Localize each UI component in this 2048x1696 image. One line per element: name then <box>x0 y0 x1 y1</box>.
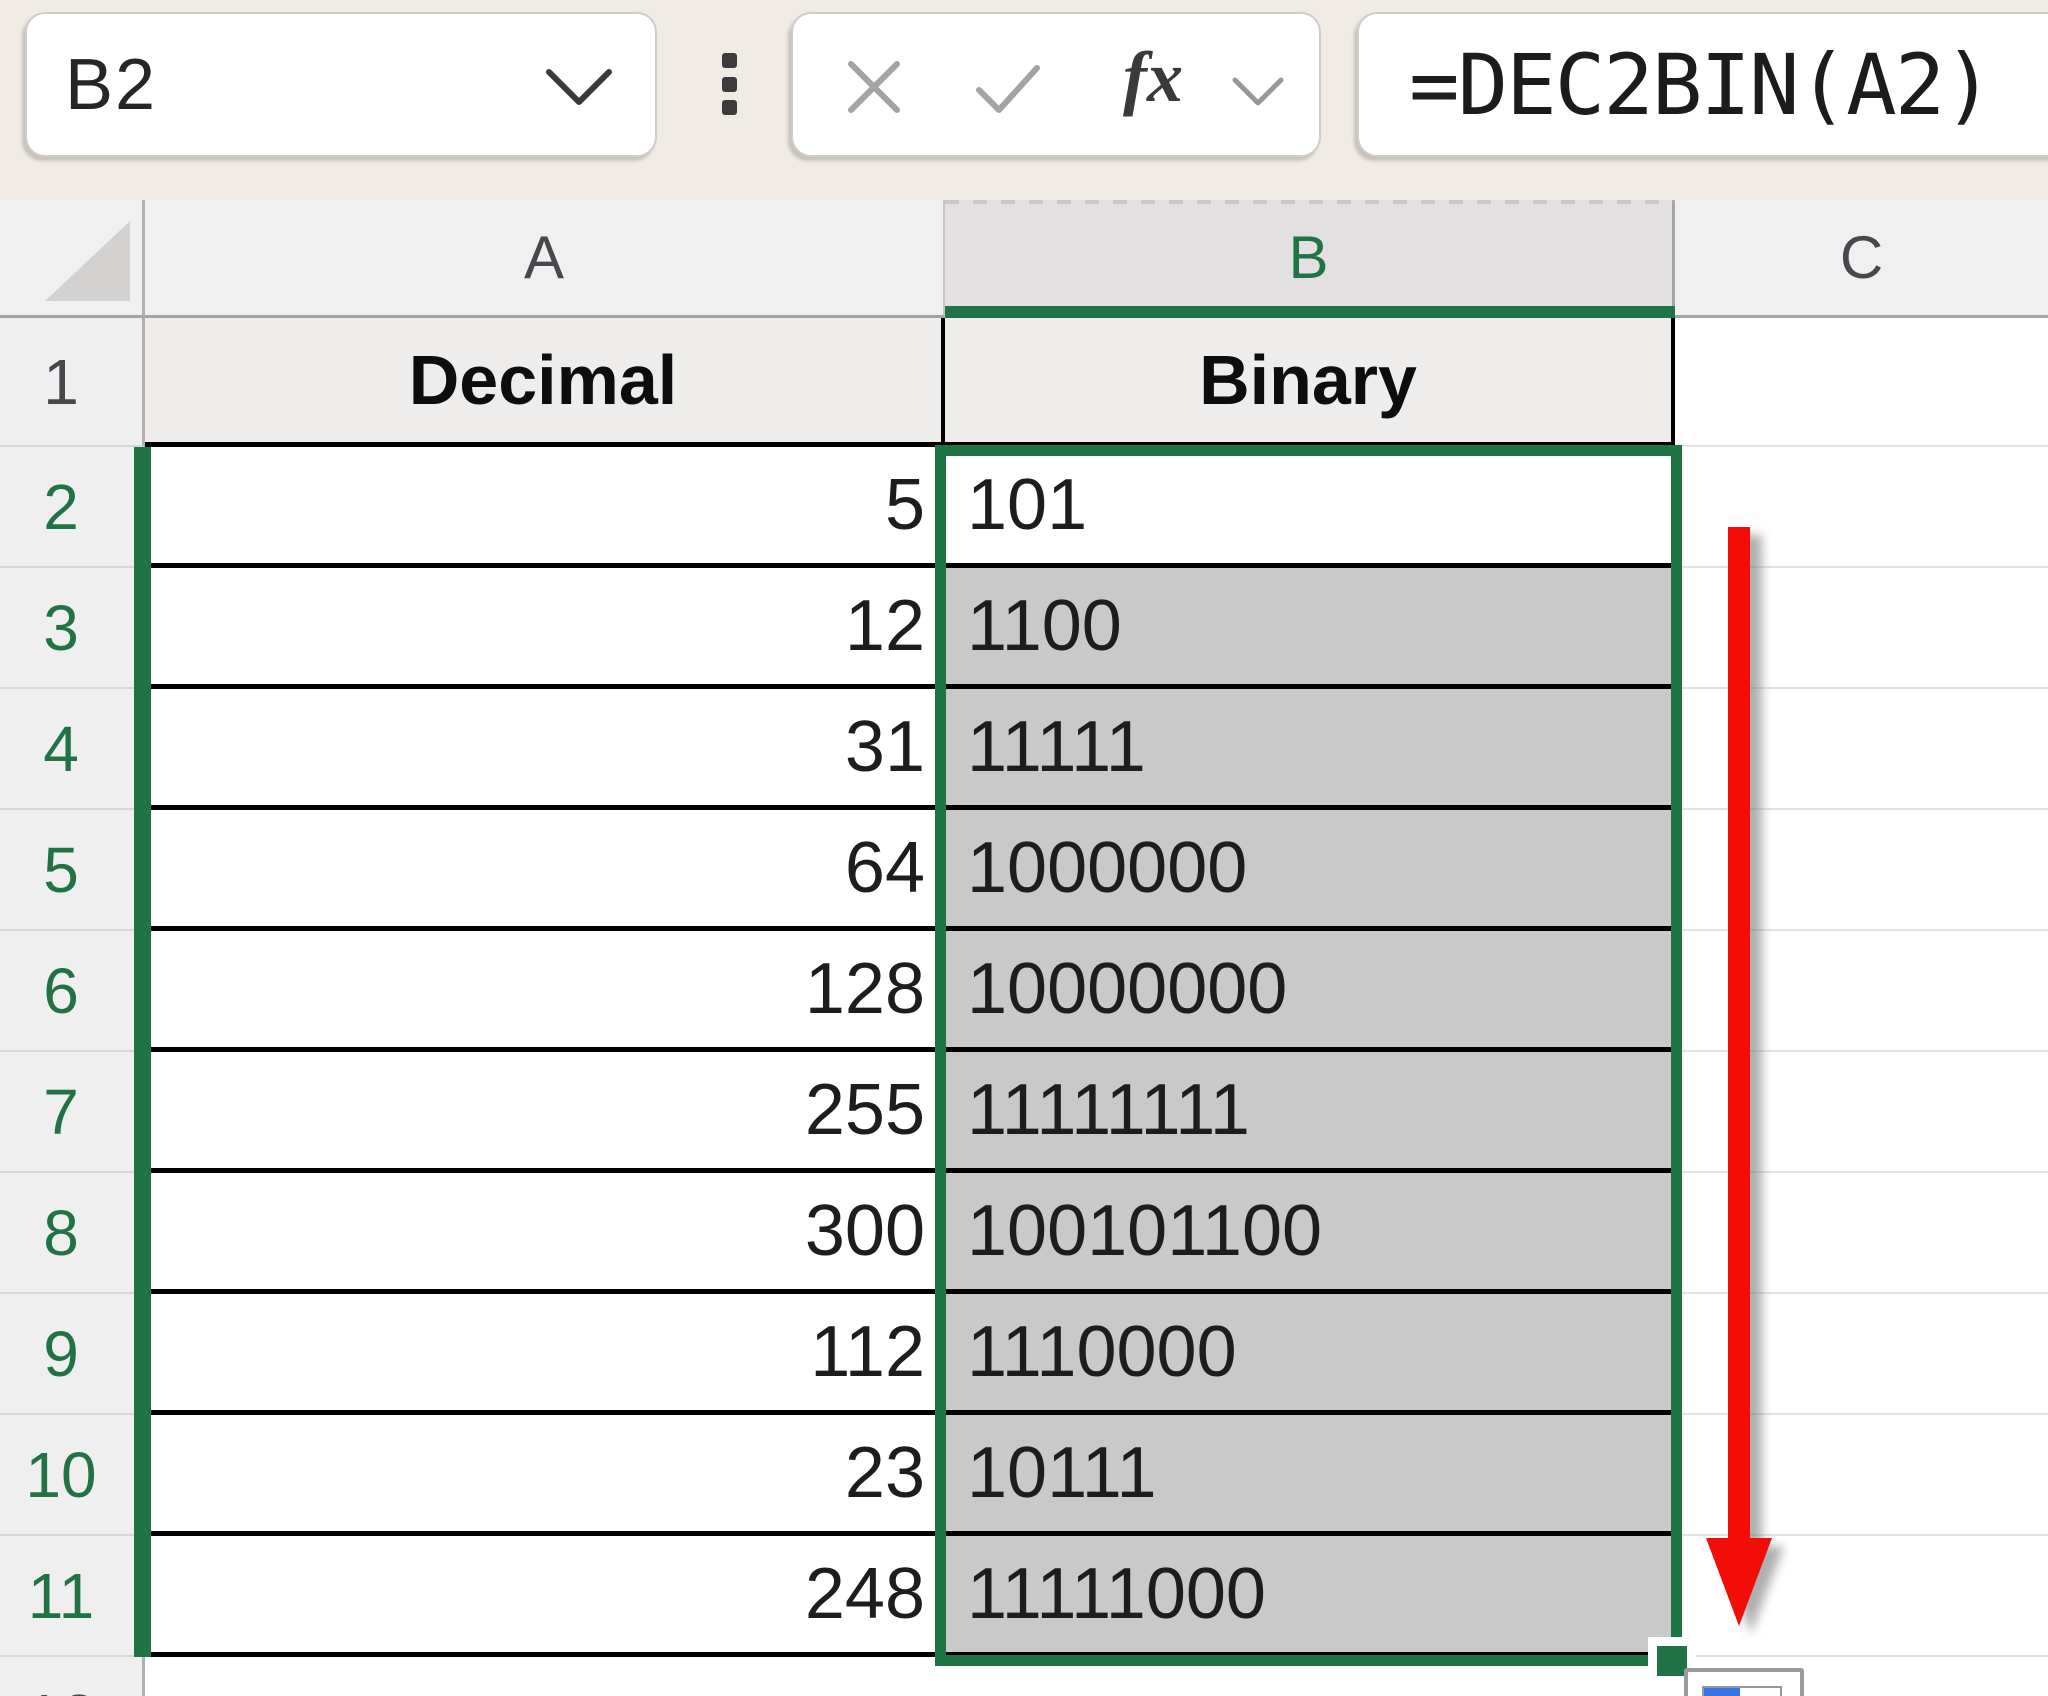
formula-toolbar: B2 fx =DEC2BIN(A2) <box>0 0 2048 200</box>
cell-B6[interactable]: 10000000 <box>945 931 1675 1052</box>
chevron-down-icon[interactable] <box>1231 76 1285 108</box>
chevron-down-icon[interactable] <box>543 66 615 108</box>
cell-A10[interactable]: 23 <box>145 1415 945 1536</box>
select-all-button[interactable] <box>0 200 145 318</box>
row-header-6[interactable]: 6 <box>0 931 145 1052</box>
red-down-arrow <box>1706 527 1772 1626</box>
row-header-4[interactable]: 4 <box>0 689 145 810</box>
select-all-triangle-icon <box>45 221 130 301</box>
cell-A1[interactable]: Decimal <box>145 318 945 447</box>
row-header-7[interactable]: 7 <box>0 1052 145 1173</box>
cell-A6[interactable]: 128 <box>145 931 945 1052</box>
column-b-selected-underline <box>945 306 1675 318</box>
formula-buttons: fx <box>791 12 1321 157</box>
cell-B8[interactable]: 100101100 <box>945 1173 1675 1294</box>
spreadsheet-app: B2 fx =DEC2BIN(A2) A B C 1 2 3 4 5 6 7 8… <box>0 0 2048 1696</box>
auto-fill-options-icon <box>1702 1686 1782 1696</box>
selection-border-bottom <box>935 1655 1654 1666</box>
cell-A3[interactable]: 12 <box>145 568 945 689</box>
column-header-B[interactable]: B <box>945 200 1675 318</box>
row-header-3[interactable]: 3 <box>0 568 145 689</box>
row-header-9[interactable]: 9 <box>0 1294 145 1415</box>
row-header-11[interactable]: 11 <box>0 1536 145 1657</box>
row-header-8[interactable]: 8 <box>0 1173 145 1294</box>
name-box-value: B2 <box>65 44 158 125</box>
formula-text: =DEC2BIN(A2) <box>1409 35 1994 134</box>
cell-B4[interactable]: 11111 <box>945 689 1675 810</box>
cell-A8[interactable]: 300 <box>145 1173 945 1294</box>
insert-function-fx-icon[interactable]: fx <box>1123 36 1183 119</box>
cell-A11[interactable]: 248 <box>145 1536 945 1657</box>
row-header-2[interactable]: 2 <box>0 447 145 568</box>
toolbar-drag-handle-icon[interactable] <box>722 53 738 115</box>
row-headers-selected-strip <box>134 447 151 1657</box>
selection-border-top <box>935 445 1682 456</box>
cell-A12[interactable] <box>145 1657 945 1696</box>
row-header-12[interactable]: 12 <box>0 1657 145 1696</box>
cell-A5[interactable]: 64 <box>145 810 945 931</box>
cell-A7[interactable]: 255 <box>145 1052 945 1173</box>
selection-border-left <box>935 445 946 1666</box>
row-header-1[interactable]: 1 <box>0 318 145 447</box>
cancel-x-icon[interactable] <box>845 58 903 116</box>
cell-B3[interactable]: 1100 <box>945 568 1675 689</box>
cell-A9[interactable]: 112 <box>145 1294 945 1415</box>
cell-B1[interactable]: Binary <box>945 318 1675 447</box>
cell-B7[interactable]: 11111111 <box>945 1052 1675 1173</box>
formula-bar-input[interactable]: =DEC2BIN(A2) <box>1357 12 2048 157</box>
row-header-5[interactable]: 5 <box>0 810 145 931</box>
column-b-top-dashes <box>945 200 1675 204</box>
cell-B10[interactable]: 10111 <box>945 1415 1675 1536</box>
cell-B11[interactable]: 11111000 <box>945 1536 1675 1657</box>
column-header-C[interactable]: C <box>1675 200 2048 318</box>
enter-check-icon[interactable] <box>973 62 1043 116</box>
auto-fill-options-button[interactable] <box>1684 1668 1804 1696</box>
cell-A4[interactable]: 31 <box>145 689 945 810</box>
cell-A2[interactable]: 5 <box>145 447 945 568</box>
column-header-A[interactable]: A <box>145 200 945 318</box>
cell-B5[interactable]: 1000000 <box>945 810 1675 931</box>
cell-C1[interactable] <box>1675 318 2048 447</box>
name-box[interactable]: B2 <box>25 12 657 157</box>
cell-B2-active[interactable]: 101 <box>945 447 1675 568</box>
cell-B9[interactable]: 1110000 <box>945 1294 1675 1415</box>
row-header-10[interactable]: 10 <box>0 1415 145 1536</box>
